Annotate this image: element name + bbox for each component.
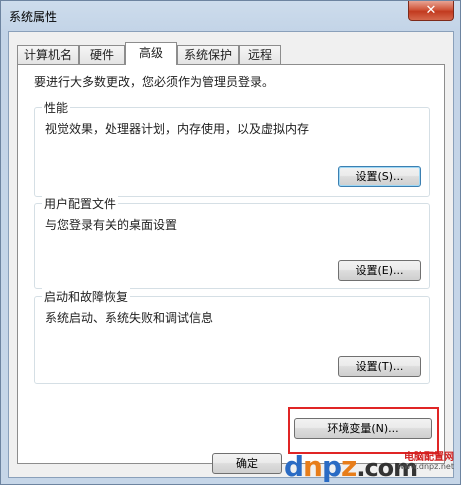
dialog-client-area: 计算机名 硬件 高级 系统保护 远程 要进行大多数更改，您必须作为管理员登录。 … xyxy=(8,31,454,478)
tab-system-protection[interactable]: 系统保护 xyxy=(177,45,239,64)
user-profiles-group-title: 用户配置文件 xyxy=(42,195,119,212)
ok-button[interactable]: 确定 xyxy=(212,453,282,474)
close-button[interactable]: ✕ xyxy=(408,1,454,21)
admin-note: 要进行大多数更改，您必须作为管理员登录。 xyxy=(34,75,275,89)
performance-settings-button[interactable]: 设置(S)... xyxy=(338,166,421,187)
tab-hardware[interactable]: 硬件 xyxy=(79,45,125,64)
user-profiles-group: 用户配置文件 与您登录有关的桌面设置 设置(E)... xyxy=(34,195,430,289)
startup-recovery-group: 启动和故障恢复 系统启动、系统失败和调试信息 设置(T)... xyxy=(34,288,430,384)
watermark-brand: 电脑配置网 xyxy=(404,452,454,463)
performance-group-title: 性能 xyxy=(42,99,71,116)
performance-description: 视觉效果，处理器计划，内存使用，以及虚拟内存 xyxy=(45,122,310,136)
startup-recovery-description: 系统启动、系统失败和调试信息 xyxy=(45,311,214,325)
tab-remote[interactable]: 远程 xyxy=(239,45,281,64)
tab-advanced[interactable]: 高级 xyxy=(125,42,177,65)
tab-computer-name[interactable]: 计算机名 xyxy=(17,45,79,64)
system-properties-window: 系统属性 ✕ 计算机名 硬件 高级 系统保护 远程 要进行大多数更改，您必须作为… xyxy=(0,0,461,485)
window-title: 系统属性 xyxy=(9,10,58,24)
startup-recovery-settings-button[interactable]: 设置(T)... xyxy=(338,356,421,377)
site-watermark: dnpz.com 电脑配置网 www.dnpz.net xyxy=(284,448,454,483)
advanced-tab-panel: 要进行大多数更改，您必须作为管理员登录。 性能 视觉效果，处理器计划，内存使用，… xyxy=(17,64,445,464)
performance-group: 性能 视觉效果，处理器计划，内存使用，以及虚拟内存 设置(S)... xyxy=(34,99,430,197)
user-profiles-description: 与您登录有关的桌面设置 xyxy=(45,218,178,232)
environment-variables-button[interactable]: 环境变量(N)... xyxy=(294,418,432,439)
user-profiles-settings-button[interactable]: 设置(E)... xyxy=(338,260,421,281)
close-icon: ✕ xyxy=(425,3,437,18)
title-bar[interactable]: 系统属性 ✕ xyxy=(1,1,460,31)
startup-recovery-group-title: 启动和故障恢复 xyxy=(42,288,131,305)
watermark-url: www.dnpz.net xyxy=(397,462,454,471)
